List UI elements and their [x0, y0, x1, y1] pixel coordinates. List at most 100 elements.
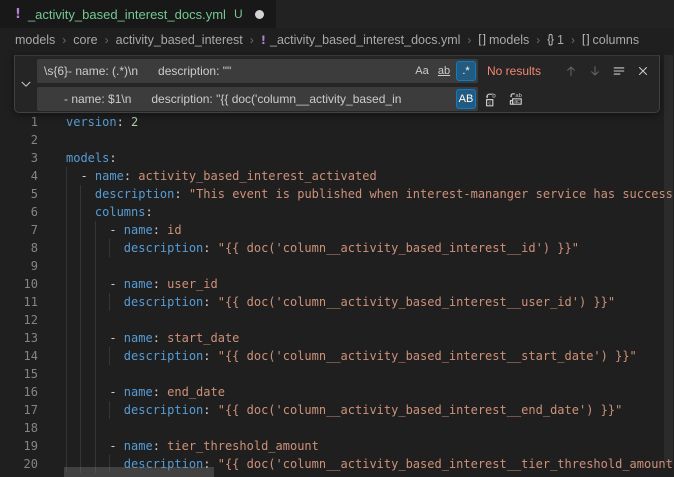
line-content: description: "{{ doc('column__activity_b…	[66, 293, 615, 311]
indent-guide	[95, 383, 96, 401]
git-untracked-badge: U	[234, 7, 243, 21]
editor-code-area[interactable]: 1version: 223models:4 - name: activity_b…	[0, 113, 674, 473]
preserve-case-button[interactable]: AB	[456, 89, 476, 109]
selection-lines-icon	[612, 64, 626, 78]
code-line[interactable]: 10 - name: user_id	[0, 275, 674, 293]
indent-guide	[95, 365, 96, 383]
line-content: models:	[66, 149, 117, 167]
code-line[interactable]: 13 - name: start_date	[0, 329, 674, 347]
line-content: description: "{{ doc('column__activity_b…	[66, 401, 622, 419]
next-match-button[interactable]	[584, 61, 605, 82]
line-content: description: "This event is published wh…	[66, 185, 673, 203]
line-content: description: "{{ doc('column__activity_b…	[66, 347, 637, 365]
replace-input[interactable]: - name: $1\n description: "{{ doc('colum…	[37, 87, 478, 111]
replace-all-icon: ab ac	[508, 91, 524, 107]
find-in-selection-button[interactable]	[608, 61, 629, 82]
breadcrumb-item[interactable]: [ ]models	[478, 33, 529, 47]
indent-guide	[95, 275, 96, 293]
indent-guide	[95, 257, 96, 275]
unsaved-changes-dot-icon[interactable]	[255, 10, 264, 19]
replace-all-button[interactable]: ab ac	[505, 89, 526, 110]
code-line[interactable]: 2	[0, 131, 674, 149]
indent-guide	[80, 257, 81, 275]
line-number: 17	[0, 401, 38, 419]
breadcrumb-label: models	[15, 33, 55, 47]
breadcrumb: models›core›activity_based_interest›!_ac…	[0, 28, 674, 52]
indent-guide	[66, 311, 67, 329]
indent-guide	[80, 311, 81, 329]
replace-button[interactable]: b c	[481, 89, 502, 110]
indent-guide	[80, 383, 81, 401]
breadcrumb-separator-icon: ›	[105, 33, 109, 47]
code-line[interactable]: 6 columns:	[0, 203, 674, 221]
code-line[interactable]: 19 - name: tier_threshold_amount	[0, 437, 674, 455]
breadcrumb-item[interactable]: core	[73, 33, 97, 47]
yaml-file-icon: !	[15, 7, 21, 22]
code-line[interactable]: 7 - name: id	[0, 221, 674, 239]
previous-match-button[interactable]	[560, 61, 581, 82]
breadcrumb-label: core	[73, 33, 97, 47]
indent-guide	[80, 419, 81, 437]
arrow-up-icon	[564, 64, 578, 78]
line-number: 10	[0, 275, 38, 293]
code-line[interactable]: 14 description: "{{ doc('column__activit…	[0, 347, 674, 365]
indent-guide	[80, 221, 81, 239]
vertical-scrollbar[interactable]	[664, 55, 673, 465]
match-case-button[interactable]: Aa	[412, 61, 432, 81]
breadcrumb-item[interactable]: {}1	[547, 33, 564, 47]
code-line[interactable]: 4 - name: activity_based_interest_activa…	[0, 167, 674, 185]
breadcrumb-item[interactable]: [ ] columns	[582, 33, 639, 47]
tab-active-file[interactable]: ! _activity_based_interest_docs.yml U	[0, 0, 276, 28]
horizontal-scrollbar[interactable]	[64, 467, 214, 477]
line-content: - name: id	[66, 221, 182, 239]
code-line[interactable]: 16 - name: end_date	[0, 383, 674, 401]
indent-guide	[66, 293, 67, 311]
code-line[interactable]: 8 description: "{{ doc('column__activity…	[0, 239, 674, 257]
line-content: description: "{{ doc('column__activity_b…	[66, 239, 579, 257]
close-button[interactable]	[632, 61, 653, 82]
code-line[interactable]: 3models:	[0, 149, 674, 167]
indent-guide	[80, 239, 81, 257]
line-number: 18	[0, 419, 38, 437]
breadcrumb-item[interactable]: models	[15, 33, 55, 47]
line-number: 5	[0, 185, 38, 203]
find-replace-widget: \s{6}- name: (.*)\n description: "" Aa a…	[14, 55, 660, 113]
code-line[interactable]: 11 description: "{{ doc('column__activit…	[0, 293, 674, 311]
code-line[interactable]: 15	[0, 365, 674, 383]
indent-guide	[80, 293, 81, 311]
indent-guide	[109, 347, 110, 365]
breadcrumb-item[interactable]: activity_based_interest	[116, 33, 243, 47]
array-symbol-icon: [ ]	[582, 34, 589, 46]
indent-guide	[95, 329, 96, 347]
line-content: - name: activity_based_interest_activate…	[66, 167, 377, 185]
indent-guide	[80, 275, 81, 293]
code-line[interactable]: 17 description: "{{ doc('column__activit…	[0, 401, 674, 419]
code-line[interactable]: 5 description: "This event is published …	[0, 185, 674, 203]
indent-guide	[95, 239, 96, 257]
line-number: 4	[0, 167, 38, 185]
code-line[interactable]: 12	[0, 311, 674, 329]
line-number: 15	[0, 365, 38, 383]
code-line[interactable]: 18	[0, 419, 674, 437]
breadcrumb-item[interactable]: !_activity_based_interest_docs.yml	[261, 33, 461, 47]
indent-guide	[95, 221, 96, 239]
breadcrumb-label: columns	[593, 33, 640, 47]
whole-word-button[interactable]: ab	[434, 61, 454, 81]
results-count-label: No results	[487, 64, 541, 78]
indent-guide	[66, 401, 67, 419]
indent-guide	[80, 437, 81, 455]
line-number: 19	[0, 437, 38, 455]
indent-guide	[66, 167, 67, 185]
indent-guide	[80, 401, 81, 419]
code-line[interactable]: 9	[0, 257, 674, 275]
regex-button[interactable]: .*	[456, 61, 476, 81]
svg-text:ab: ab	[515, 93, 521, 99]
code-line[interactable]: 1version: 2	[0, 113, 674, 131]
indent-guide	[66, 419, 67, 437]
toggle-replace-button[interactable]	[15, 56, 37, 112]
find-input[interactable]: \s{6}- name: (.*)\n description: "" Aa a…	[37, 59, 478, 83]
line-content: - name: user_id	[66, 275, 218, 293]
indent-guide	[66, 383, 67, 401]
line-number: 9	[0, 257, 38, 275]
indent-guide	[66, 329, 67, 347]
